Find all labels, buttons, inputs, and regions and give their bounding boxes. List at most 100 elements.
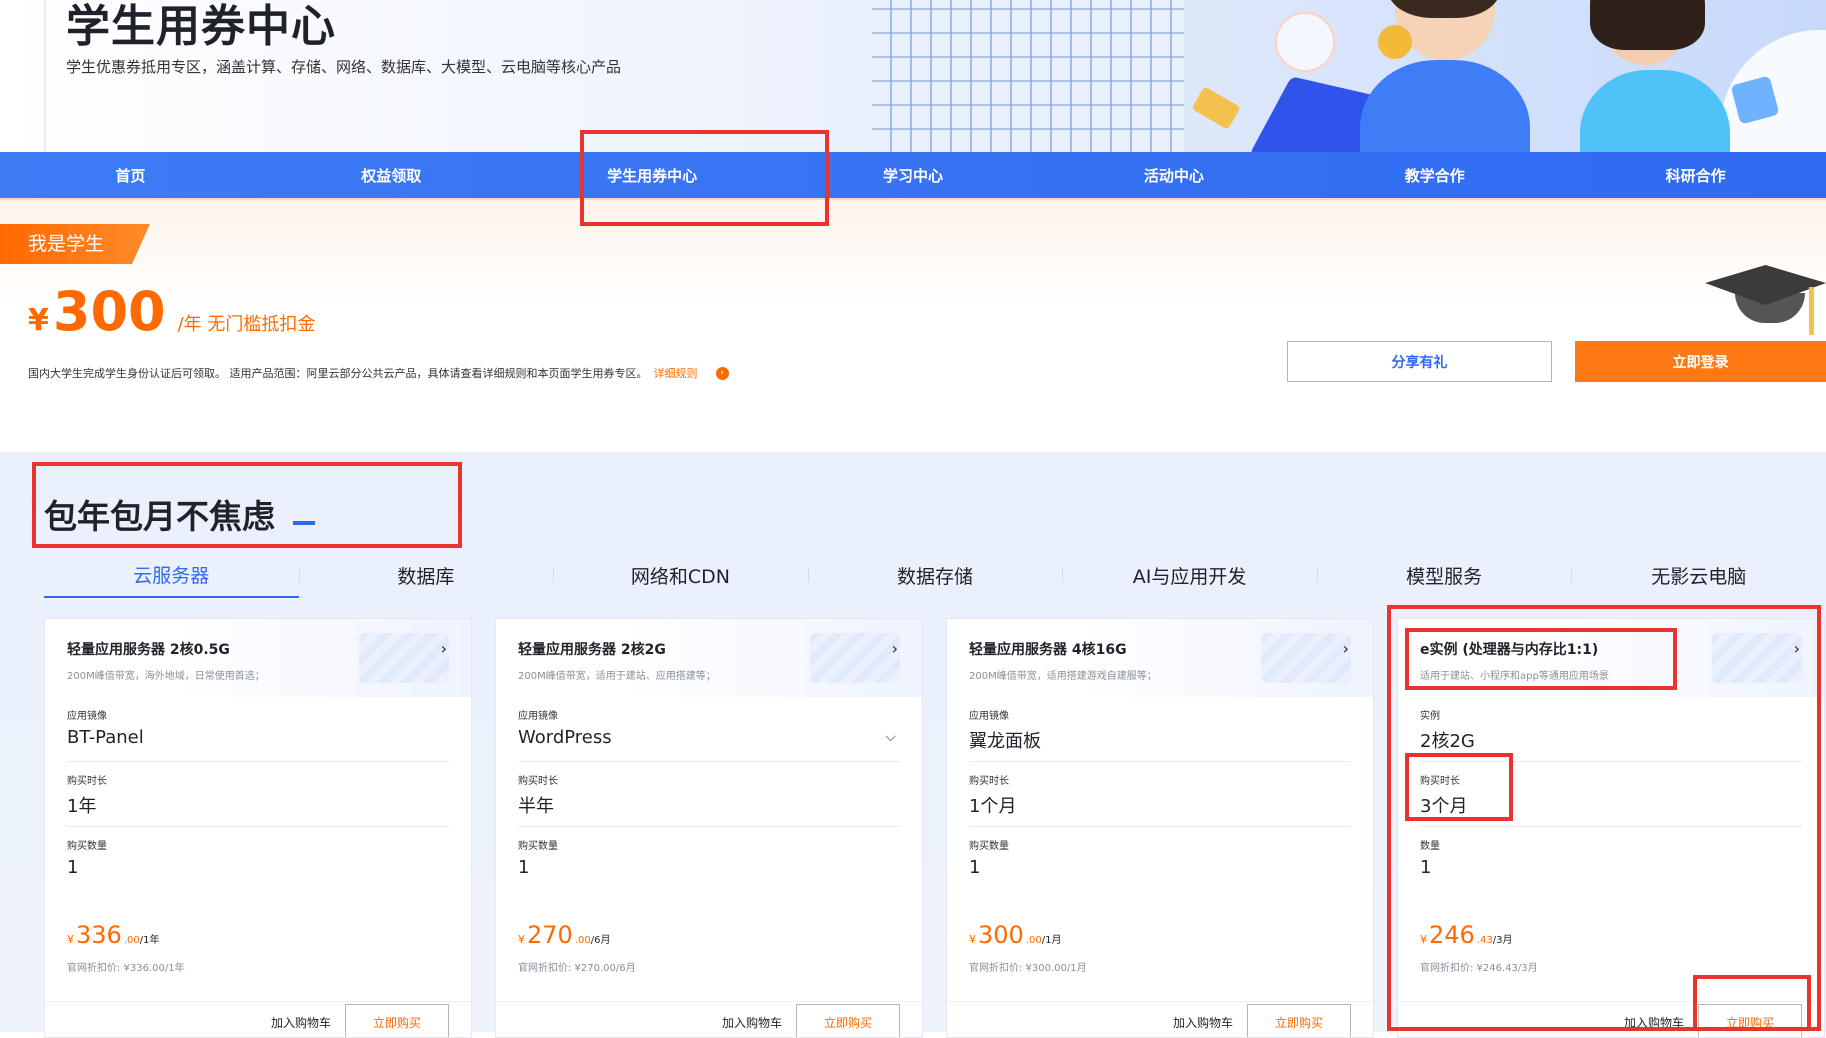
add-to-cart-button[interactable]: 加入购物车	[271, 1014, 331, 1031]
login-button[interactable]: 立即登录	[1575, 341, 1826, 382]
nav-item-coupon-center[interactable]: 学生用券中心	[522, 152, 783, 198]
arrow-circle-icon[interactable]: ›	[715, 366, 729, 380]
card-footer: 加入购物车 立即购买	[496, 1001, 922, 1037]
add-to-cart-button[interactable]: 加入购物车	[1173, 1014, 1233, 1031]
product-features: 200M峰值带宽，适用于建站、应用搭建等；	[518, 671, 716, 682]
bubble-illustration	[1275, 12, 1335, 72]
field-value: 3个月	[1420, 796, 1468, 817]
description-text: 国内大学生完成学生身份认证后可领取。 适用产品范围：阿里云部分公共云产品，具体请…	[28, 367, 648, 380]
field-label: 应用镜像	[518, 711, 558, 722]
price-decimal: .00	[574, 935, 591, 946]
product-card: 轻量应用服务器 4核16G 200M峰值带宽，适用搭建游戏自建服等； › 应用镜…	[946, 618, 1374, 1038]
tab-ai-dev[interactable]: AI与应用开发	[1062, 552, 1317, 598]
price-currency: ¥	[518, 933, 525, 946]
card-header[interactable]: e实例 (处理器与内存比1:1) 适用于建站、小程序和app等通用应用场景 ›	[1398, 619, 1824, 697]
price-integer: 246	[1429, 921, 1475, 949]
nav-item-home[interactable]: 首页	[0, 152, 261, 198]
nav-item-benefits[interactable]: 权益领取	[261, 152, 522, 198]
product-features: 200M峰值带宽，海外地域，日常使用首选；	[67, 671, 265, 682]
buy-now-button[interactable]: 立即购买	[796, 1004, 900, 1037]
field-value: 1	[969, 857, 981, 878]
price-integer: 270	[527, 921, 573, 949]
quantity-field[interactable]: 数量 1	[1420, 827, 1802, 892]
original-price: 官网折扣价: ¥270.00/6月	[518, 963, 636, 974]
card-illustration	[1191, 86, 1241, 130]
original-price: 官网折扣价: ¥246.43/3月	[1420, 963, 1538, 974]
nav-item-learning[interactable]: 学习中心	[783, 152, 1044, 198]
field-value: BT-Panel	[67, 727, 144, 748]
image-selector[interactable]: 应用镜像 BT-Panel	[67, 697, 449, 762]
product-features: 适用于建站、小程序和app等通用应用场景	[1420, 671, 1609, 682]
product-name: 轻量应用服务器 2核2G	[518, 642, 666, 658]
card-header[interactable]: 轻量应用服务器 2核0.5G 200M峰值带宽，海外地域，日常使用首选； ›	[45, 619, 471, 697]
instance-selector[interactable]: 实例 2核2G	[1420, 697, 1802, 762]
coin-illustration	[1378, 25, 1412, 59]
product-features: 200M峰值带宽，适用搭建游戏自建服等；	[969, 671, 1157, 682]
quantity-field[interactable]: 购买数量 1	[969, 827, 1351, 892]
tab-network-cdn[interactable]: 网络和CDN	[553, 552, 808, 598]
price: ¥ 246 .43 /3月	[1420, 921, 1512, 949]
field-label: 购买数量	[969, 841, 1009, 852]
tab-database[interactable]: 数据库	[298, 552, 554, 598]
field-value: 1个月	[969, 796, 1017, 817]
tab-storage[interactable]: 数据存储	[807, 552, 1063, 598]
duration-selector[interactable]: 购买时长 半年	[518, 762, 900, 827]
product-card: 轻量应用服务器 2核2G 200M峰值带宽，适用于建站、应用搭建等； › 应用镜…	[495, 618, 923, 1038]
tab-cloud-server[interactable]: 云服务器	[44, 552, 299, 598]
buy-now-button[interactable]: 立即购买	[1698, 1004, 1802, 1037]
product-name: 轻量应用服务器 2核0.5G	[67, 642, 230, 658]
duration-selector[interactable]: 购买时长 3个月	[1420, 762, 1802, 827]
nav-item-research[interactable]: 科研合作	[1565, 152, 1826, 198]
price: ¥ 300 .00 /1月	[969, 921, 1061, 949]
field-label: 应用镜像	[67, 711, 107, 722]
card-header[interactable]: 轻量应用服务器 2核2G 200M峰值带宽，适用于建站、应用搭建等； ›	[496, 619, 922, 697]
nav-item-activities[interactable]: 活动中心	[1043, 152, 1304, 198]
hero-edge	[44, 0, 46, 152]
add-to-cart-button[interactable]: 加入购物车	[1624, 1014, 1684, 1031]
tab-cloud-desktop[interactable]: 无影云电脑	[1571, 552, 1826, 598]
price-currency: ¥	[1420, 933, 1427, 946]
quantity-field[interactable]: 购买数量 1	[67, 827, 449, 892]
card-header[interactable]: 轻量应用服务器 4核16G 200M峰值带宽，适用搭建游戏自建服等； ›	[947, 619, 1373, 697]
image-selector[interactable]: 应用镜像 翼龙面板	[969, 697, 1351, 762]
duration-selector[interactable]: 购买时长 1年	[67, 762, 449, 827]
student-panel: 我是学生 ¥ 300 /年 无门槛抵扣金 国内大学生完成学生身份认证后可领取。 …	[0, 198, 1826, 430]
girl-hair	[1590, 0, 1705, 50]
currency-symbol: ¥	[28, 303, 49, 338]
chevron-right-icon[interactable]: ›	[892, 639, 898, 658]
rules-link[interactable]: 详细规则	[654, 365, 698, 381]
product-name: e实例 (处理器与内存比1:1)	[1420, 642, 1599, 658]
field-value: 翼龙面板	[969, 731, 1041, 752]
price-integer: 300	[978, 921, 1024, 949]
price-unit: /1月	[1041, 935, 1062, 946]
student-tag: 我是学生	[0, 224, 150, 264]
price-unit: /1年	[139, 935, 160, 946]
price-unit: /3月	[1492, 935, 1513, 946]
product-card: 轻量应用服务器 2核0.5G 200M峰值带宽，海外地域，日常使用首选； › 应…	[44, 618, 472, 1038]
main-nav: 首页 权益领取 学生用券中心 学习中心 活动中心 教学合作 科研合作	[0, 152, 1826, 198]
share-button[interactable]: 分享有礼	[1287, 341, 1552, 382]
buy-now-button[interactable]: 立即购买	[1247, 1004, 1351, 1037]
duration-selector[interactable]: 购买时长 1个月	[969, 762, 1351, 827]
field-label: 购买时长	[518, 776, 558, 787]
tab-model-service[interactable]: 模型服务	[1316, 552, 1572, 598]
nav-item-teaching[interactable]: 教学合作	[1304, 152, 1565, 198]
graduation-cap-icon	[1705, 245, 1826, 345]
chevron-down-icon[interactable]: ⌵	[885, 729, 896, 745]
field-label: 购买时长	[1420, 776, 1460, 787]
chevron-right-icon[interactable]: ›	[1343, 639, 1349, 658]
field-value: 1年	[67, 796, 97, 817]
quantity-field[interactable]: 购买数量 1	[518, 827, 900, 892]
field-label: 应用镜像	[969, 711, 1009, 722]
chevron-right-icon[interactable]: ›	[441, 639, 447, 658]
image-selector[interactable]: 应用镜像 WordPress ⌵	[518, 697, 900, 762]
product-card: e实例 (处理器与内存比1:1) 适用于建站、小程序和app等通用应用场景 › …	[1397, 618, 1825, 1038]
field-label: 购买数量	[67, 841, 107, 852]
price-currency: ¥	[67, 933, 74, 946]
page-subtitle: 学生优惠券抵用专区，涵盖计算、存储、网络、数据库、大模型、云电脑等核心产品	[66, 58, 622, 76]
price-decimal: .00	[123, 935, 140, 946]
card-footer: 加入购物车 立即购买	[947, 1001, 1373, 1037]
add-to-cart-button[interactable]: 加入购物车	[722, 1014, 782, 1031]
buy-now-button[interactable]: 立即购买	[345, 1004, 449, 1037]
chevron-right-icon[interactable]: ›	[1794, 639, 1800, 658]
